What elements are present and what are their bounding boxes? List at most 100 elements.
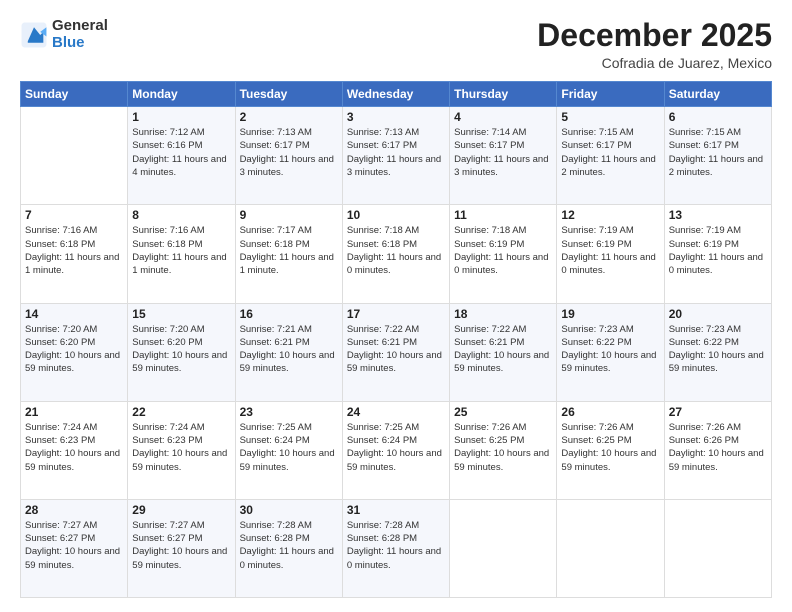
calendar-table: Sunday Monday Tuesday Wednesday Thursday… [20, 81, 772, 598]
day-number-2: 2 [240, 110, 338, 124]
day-detail-7: Sunrise: 7:16 AM Sunset: 6:18 PM Dayligh… [25, 224, 123, 277]
col-monday: Monday [128, 82, 235, 107]
cell-w2-d5: 11 Sunrise: 7:18 AM Sunset: 6:19 PM Dayli… [450, 205, 557, 303]
day-detail-25: Sunrise: 7:26 AM Sunset: 6:25 PM Dayligh… [454, 421, 552, 474]
logo-icon [20, 21, 48, 49]
day-number-10: 10 [347, 208, 445, 222]
day-number-7: 7 [25, 208, 123, 222]
week-row-1: 1 Sunrise: 7:12 AM Sunset: 6:16 PM Daylig… [21, 107, 772, 205]
cell-w2-d6: 12 Sunrise: 7:19 AM Sunset: 6:19 PM Dayli… [557, 205, 664, 303]
col-thursday: Thursday [450, 82, 557, 107]
day-detail-3: Sunrise: 7:13 AM Sunset: 6:17 PM Dayligh… [347, 126, 445, 179]
title-block: December 2025 Cofradia de Juarez, Mexico [537, 18, 772, 71]
cell-w2-d7: 13 Sunrise: 7:19 AM Sunset: 6:19 PM Dayli… [664, 205, 771, 303]
day-detail-18: Sunrise: 7:22 AM Sunset: 6:21 PM Dayligh… [454, 323, 552, 376]
day-detail-28: Sunrise: 7:27 AM Sunset: 6:27 PM Dayligh… [25, 519, 123, 572]
cell-w5-d7 [664, 499, 771, 597]
day-detail-27: Sunrise: 7:26 AM Sunset: 6:26 PM Dayligh… [669, 421, 767, 474]
cell-w5-d1: 28 Sunrise: 7:27 AM Sunset: 6:27 PM Dayli… [21, 499, 128, 597]
cell-w2-d4: 10Sunrise: 7:18 AM Sunset: 6:18 PM Dayli… [342, 205, 449, 303]
day-number-3: 3 [347, 110, 445, 124]
day-number-26: 26 [561, 405, 659, 419]
cell-w1-d4: 3 Sunrise: 7:13 AM Sunset: 6:17 PM Daylig… [342, 107, 449, 205]
day-number-8: 8 [132, 208, 230, 222]
day-detail-5: Sunrise: 7:15 AM Sunset: 6:17 PM Dayligh… [561, 126, 659, 179]
cell-w1-d3: 2 Sunrise: 7:13 AM Sunset: 6:17 PM Daylig… [235, 107, 342, 205]
day-detail-29: Sunrise: 7:27 AM Sunset: 6:27 PM Dayligh… [132, 519, 230, 572]
day-number-14: 14 [25, 307, 123, 321]
day-detail-2: Sunrise: 7:13 AM Sunset: 6:17 PM Dayligh… [240, 126, 338, 179]
day-number-1: 1 [132, 110, 230, 124]
cell-w1-d7: 6Sunrise: 7:15 AM Sunset: 6:17 PM Daylig… [664, 107, 771, 205]
day-number-27: 27 [669, 405, 767, 419]
cell-w1-d5: 4Sunrise: 7:14 AM Sunset: 6:17 PM Daylig… [450, 107, 557, 205]
day-detail-9: Sunrise: 7:17 AM Sunset: 6:18 PM Dayligh… [240, 224, 338, 277]
day-number-25: 25 [454, 405, 552, 419]
cell-w3-d3: 16 Sunrise: 7:21 AM Sunset: 6:21 PM Dayli… [235, 303, 342, 401]
day-detail-17: Sunrise: 7:22 AM Sunset: 6:21 PM Dayligh… [347, 323, 445, 376]
day-detail-1: Sunrise: 7:12 AM Sunset: 6:16 PM Dayligh… [132, 126, 230, 179]
day-detail-20: Sunrise: 7:23 AM Sunset: 6:22 PM Dayligh… [669, 323, 767, 376]
day-detail-11: Sunrise: 7:18 AM Sunset: 6:19 PM Dayligh… [454, 224, 552, 277]
day-detail-24: Sunrise: 7:25 AM Sunset: 6:24 PM Dayligh… [347, 421, 445, 474]
week-row-5: 28 Sunrise: 7:27 AM Sunset: 6:27 PM Dayli… [21, 499, 772, 597]
day-number-21: 21 [25, 405, 123, 419]
cell-w1-d2: 1 Sunrise: 7:12 AM Sunset: 6:16 PM Daylig… [128, 107, 235, 205]
calendar-header-row: Sunday Monday Tuesday Wednesday Thursday… [21, 82, 772, 107]
month-title: December 2025 [537, 18, 772, 53]
cell-w4-d5: 25 Sunrise: 7:26 AM Sunset: 6:25 PM Dayli… [450, 401, 557, 499]
cell-w3-d5: 18 Sunrise: 7:22 AM Sunset: 6:21 PM Dayli… [450, 303, 557, 401]
day-number-13: 13 [669, 208, 767, 222]
day-number-9: 9 [240, 208, 338, 222]
week-row-2: 7 Sunrise: 7:16 AM Sunset: 6:18 PM Daylig… [21, 205, 772, 303]
day-number-23: 23 [240, 405, 338, 419]
day-number-11: 11 [454, 208, 552, 222]
cell-w4-d3: 23 Sunrise: 7:25 AM Sunset: 6:24 PM Dayli… [235, 401, 342, 499]
day-number-29: 29 [132, 503, 230, 517]
day-number-12: 12 [561, 208, 659, 222]
day-detail-19: Sunrise: 7:23 AM Sunset: 6:22 PM Dayligh… [561, 323, 659, 376]
cell-w1-d1 [21, 107, 128, 205]
cell-w3-d7: 20Sunrise: 7:23 AM Sunset: 6:22 PM Dayli… [664, 303, 771, 401]
day-number-16: 16 [240, 307, 338, 321]
cell-w3-d4: 17 Sunrise: 7:22 AM Sunset: 6:21 PM Dayli… [342, 303, 449, 401]
day-number-6: 6 [669, 110, 767, 124]
day-number-31: 31 [347, 503, 445, 517]
cell-w4-d2: 22Sunrise: 7:24 AM Sunset: 6:23 PM Dayli… [128, 401, 235, 499]
cell-w4-d4: 24Sunrise: 7:25 AM Sunset: 6:24 PM Dayli… [342, 401, 449, 499]
location: Cofradia de Juarez, Mexico [537, 55, 772, 71]
day-detail-26: Sunrise: 7:26 AM Sunset: 6:25 PM Dayligh… [561, 421, 659, 474]
cell-w4-d7: 27 Sunrise: 7:26 AM Sunset: 6:26 PM Dayli… [664, 401, 771, 499]
day-number-17: 17 [347, 307, 445, 321]
cell-w5-d6 [557, 499, 664, 597]
cell-w3-d1: 14Sunrise: 7:20 AM Sunset: 6:20 PM Dayli… [21, 303, 128, 401]
logo-blue: Blue [52, 35, 108, 52]
day-detail-4: Sunrise: 7:14 AM Sunset: 6:17 PM Dayligh… [454, 126, 552, 179]
col-friday: Friday [557, 82, 664, 107]
day-number-19: 19 [561, 307, 659, 321]
cell-w5-d4: 31 Sunrise: 7:28 AM Sunset: 6:28 PM Dayli… [342, 499, 449, 597]
cell-w4-d6: 26 Sunrise: 7:26 AM Sunset: 6:25 PM Dayli… [557, 401, 664, 499]
cell-w2-d3: 9 Sunrise: 7:17 AM Sunset: 6:18 PM Daylig… [235, 205, 342, 303]
cell-w3-d6: 19 Sunrise: 7:23 AM Sunset: 6:22 PM Dayli… [557, 303, 664, 401]
header: General Blue December 2025 Cofradia de J… [20, 18, 772, 71]
day-number-15: 15 [132, 307, 230, 321]
page: General Blue December 2025 Cofradia de J… [0, 0, 792, 612]
col-tuesday: Tuesday [235, 82, 342, 107]
day-detail-31: Sunrise: 7:28 AM Sunset: 6:28 PM Dayligh… [347, 519, 445, 572]
day-detail-12: Sunrise: 7:19 AM Sunset: 6:19 PM Dayligh… [561, 224, 659, 277]
cell-w5-d3: 30Sunrise: 7:28 AM Sunset: 6:28 PM Dayli… [235, 499, 342, 597]
day-detail-8: Sunrise: 7:16 AM Sunset: 6:18 PM Dayligh… [132, 224, 230, 277]
cell-w5-d5 [450, 499, 557, 597]
day-detail-16: Sunrise: 7:21 AM Sunset: 6:21 PM Dayligh… [240, 323, 338, 376]
day-number-28: 28 [25, 503, 123, 517]
day-number-18: 18 [454, 307, 552, 321]
day-detail-22: Sunrise: 7:24 AM Sunset: 6:23 PM Dayligh… [132, 421, 230, 474]
day-detail-23: Sunrise: 7:25 AM Sunset: 6:24 PM Dayligh… [240, 421, 338, 474]
day-detail-13: Sunrise: 7:19 AM Sunset: 6:19 PM Dayligh… [669, 224, 767, 277]
week-row-3: 14Sunrise: 7:20 AM Sunset: 6:20 PM Dayli… [21, 303, 772, 401]
day-number-30: 30 [240, 503, 338, 517]
cell-w4-d1: 21Sunrise: 7:24 AM Sunset: 6:23 PM Dayli… [21, 401, 128, 499]
logo-text: General Blue [52, 18, 108, 51]
logo-general: General [52, 18, 108, 35]
